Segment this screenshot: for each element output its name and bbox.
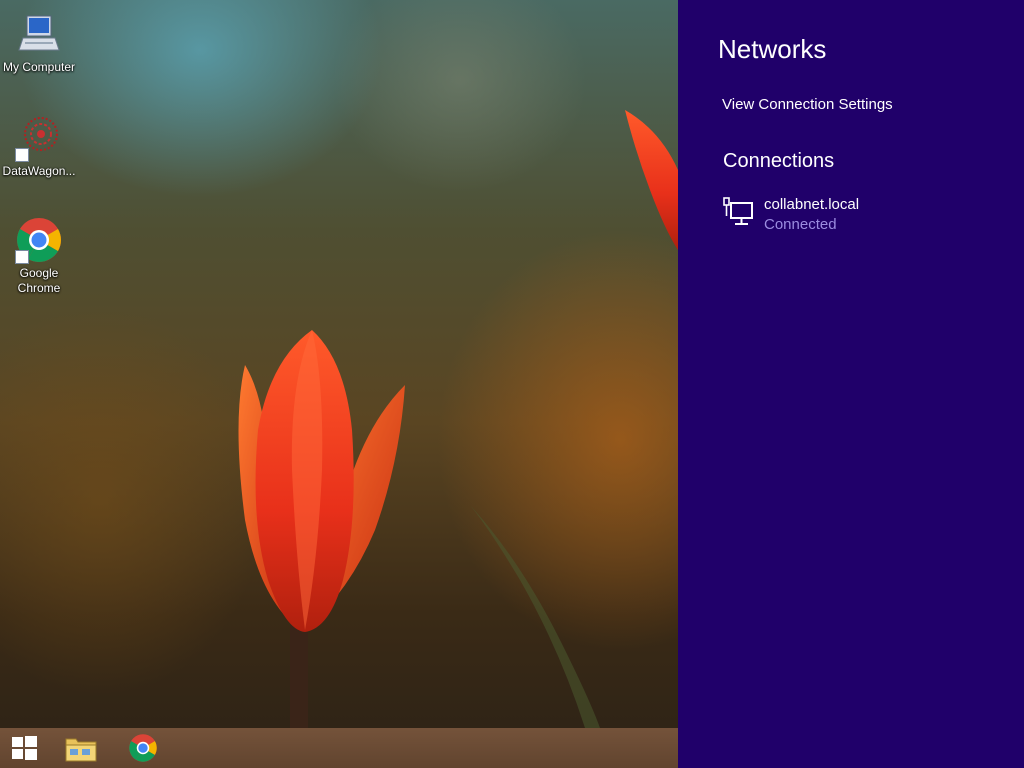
- desktop-icon-label: DataWagon...: [2, 164, 76, 178]
- shortcut-arrow-icon: [15, 250, 29, 264]
- file-explorer-icon: [65, 738, 97, 762]
- network-status: Connected: [764, 216, 837, 233]
- windows-start-icon: [12, 736, 37, 760]
- chrome-taskbar-button[interactable]: [119, 728, 167, 768]
- taskbar: [0, 728, 678, 768]
- datawagon-icon: [15, 114, 63, 162]
- view-connection-settings-link[interactable]: View Connection Settings: [722, 96, 893, 113]
- desktop-icon-datawagon[interactable]: DataWagon...: [0, 114, 78, 179]
- network-connection-item[interactable]: collabnet.local Connected: [722, 194, 1002, 240]
- tulip-wallpaper-image: [238, 110, 678, 728]
- shortcut-arrow-icon: [15, 148, 29, 162]
- desktop-icon-label: My Computer: [2, 60, 76, 74]
- connections-heading: Connections: [723, 150, 835, 172]
- desktop-icon-my-computer[interactable]: My Computer: [0, 10, 78, 75]
- ethernet-network-icon: [723, 197, 753, 225]
- desktop-icon-label: Google Chrome: [17, 266, 61, 295]
- desktop-icon-google-chrome[interactable]: Google Chrome: [0, 216, 78, 296]
- chrome-icon: [129, 734, 157, 762]
- networks-panel: Networks View Connection Settings Connec…: [678, 0, 1024, 768]
- network-name: collabnet.local: [764, 196, 860, 213]
- file-explorer-taskbar-button[interactable]: [57, 728, 105, 768]
- panel-title: Networks: [718, 34, 827, 64]
- chrome-icon: [15, 216, 63, 264]
- start-button[interactable]: [0, 728, 48, 768]
- my-computer-icon: [15, 10, 63, 58]
- desktop-wallpaper: My Computer DataWagon... Google Chrome: [0, 0, 678, 768]
